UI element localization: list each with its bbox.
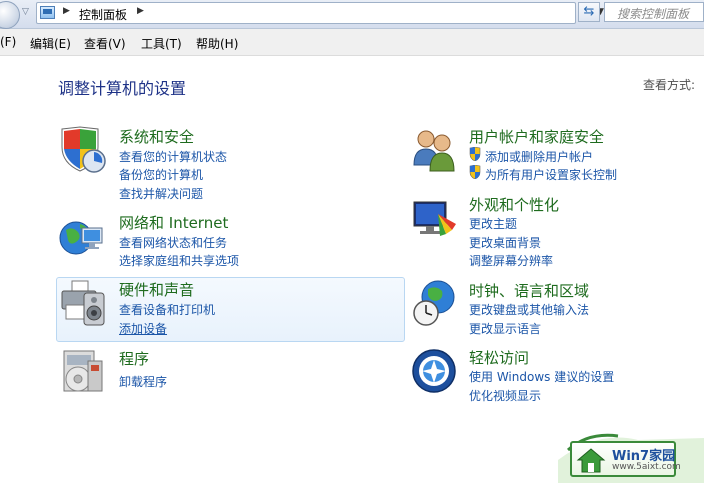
programs-box-icon <box>63 350 103 392</box>
search-placeholder: 搜索控制面板 <box>617 7 690 21</box>
link-network-status[interactable]: 查看网络状态和任务 <box>119 234 227 251</box>
back-button[interactable] <box>0 1 20 29</box>
link-homegroup-sharing[interactable]: 选择家庭组和共享选项 <box>119 252 239 269</box>
network-globe-icon <box>59 221 103 255</box>
ease-of-access-icon <box>412 349 456 393</box>
breadcrumb-control-panel[interactable]: 控制面板 <box>79 6 127 23</box>
watermark-badge: Win7家园 www.5aixt.com <box>570 441 681 477</box>
category-title-hardware[interactable]: 硬件和声音 <box>119 279 194 300</box>
link-optimize-visual-display[interactable]: 优化视频显示 <box>469 387 541 404</box>
link-devices-printers[interactable]: 查看设备和打印机 <box>119 301 215 318</box>
link-backup-computer[interactable]: 备份您的计算机 <box>119 166 203 183</box>
link-view-computer-status[interactable]: 查看您的计算机状态 <box>119 148 227 165</box>
house-icon <box>576 448 606 473</box>
link-change-background[interactable]: 更改桌面背景 <box>469 234 541 251</box>
category-title-users[interactable]: 用户帐户和家庭安全 <box>469 126 604 147</box>
category-title-clock[interactable]: 时钟、语言和区域 <box>469 280 589 301</box>
category-title-network[interactable]: 网络和 Internet <box>119 212 228 233</box>
menu-file[interactable]: (F) <box>0 35 16 49</box>
shield-icon <box>61 126 106 173</box>
category-title-appearance[interactable]: 外观和个性化 <box>469 194 559 215</box>
link-parental-controls[interactable]: 为所有用户设置家长控制 <box>485 166 617 183</box>
address-bar: ▽ ▶ 控制面板 ▶ ▼ ⇆ 搜索控制面板 <box>0 0 704 29</box>
menu-view[interactable]: 查看(V) <box>84 35 126 52</box>
category-title-programs[interactable]: 程序 <box>119 348 149 369</box>
link-troubleshoot[interactable]: 查找并解决问题 <box>119 185 203 202</box>
category-title-ease[interactable]: 轻松访问 <box>469 347 529 368</box>
uac-shield-icon <box>469 147 481 161</box>
printer-speaker-icon <box>61 280 105 326</box>
uac-shield-icon <box>469 165 481 179</box>
menu-bar: (F) 编辑(E) 查看(V) 工具(T) 帮助(H) <box>0 29 704 56</box>
link-uninstall-program[interactable]: 卸载程序 <box>119 373 167 390</box>
search-input[interactable]: 搜索控制面板 <box>604 2 704 22</box>
refresh-button[interactable]: ⇆ <box>578 2 600 22</box>
page-title: 调整计算机的设置 <box>58 79 187 98</box>
menu-tools[interactable]: 工具(T) <box>141 35 182 52</box>
breadcrumb-chevron-icon[interactable]: ▶ <box>63 6 70 16</box>
appearance-monitor-icon <box>413 201 456 236</box>
link-add-remove-accounts[interactable]: 添加或删除用户帐户 <box>485 148 593 165</box>
category-title-system[interactable]: 系统和安全 <box>119 126 194 147</box>
link-change-theme[interactable]: 更改主题 <box>469 215 517 232</box>
hover-highlight <box>56 277 405 342</box>
view-by-label[interactable]: 查看方式: <box>643 76 695 93</box>
menu-help[interactable]: 帮助(H) <box>196 35 238 52</box>
watermark-url: www.5aixt.com <box>612 462 681 472</box>
link-keyboard-input[interactable]: 更改键盘或其他输入法 <box>469 301 589 318</box>
link-display-language[interactable]: 更改显示语言 <box>469 320 541 337</box>
recent-pages-chevron-icon[interactable]: ▽ <box>22 7 29 17</box>
control-panel-icon <box>40 6 55 19</box>
link-screen-resolution[interactable]: 调整屏幕分辨率 <box>469 252 553 269</box>
address-field[interactable]: ▶ 控制面板 ▶ ▼ <box>36 2 604 24</box>
users-icon <box>413 130 455 172</box>
menu-edit[interactable]: 编辑(E) <box>30 35 71 52</box>
clock-globe-icon <box>413 280 455 326</box>
link-add-device[interactable]: 添加设备 <box>119 320 167 337</box>
breadcrumb-chevron-icon[interactable]: ▶ <box>137 6 144 16</box>
link-windows-suggested-settings[interactable]: 使用 Windows 建议的设置 <box>469 368 614 385</box>
